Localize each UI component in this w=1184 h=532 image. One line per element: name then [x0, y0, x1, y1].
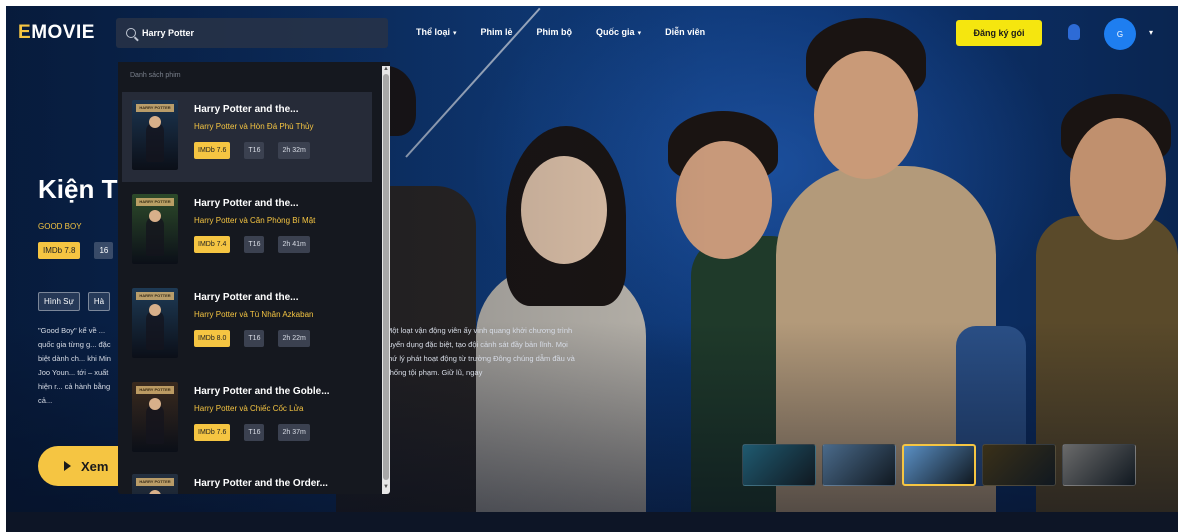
- age-badge: T16: [244, 424, 265, 441]
- imdb-badge: IMDb 8.0: [194, 330, 231, 347]
- nav-item-genres[interactable]: Thể loại ▾: [416, 27, 457, 37]
- duration-badge: 2h 37m: [278, 424, 310, 441]
- imdb-badge: IMDb 7.8: [38, 242, 81, 259]
- logo[interactable]: EMOVIE: [18, 22, 95, 44]
- nav-item-movies[interactable]: Phim lẻ: [481, 27, 513, 37]
- signup-button[interactable]: Đăng ký gói: [956, 20, 1042, 46]
- top-header: EMOVIE Thể loại▾ Phim lẻ Phim bộ Quốc gi…: [6, 6, 1178, 62]
- result-title: Harry Potter and the...: [194, 198, 299, 209]
- search-result[interactable]: HARRY POTTER Harry Potter and the... Har…: [122, 280, 372, 370]
- genre-tag[interactable]: Hà: [87, 292, 111, 311]
- hero-genres: Hình Sự Hà: [38, 292, 111, 311]
- thumbnail[interactable]: [982, 444, 1056, 486]
- dropdown-header: Danh sách phim: [130, 72, 181, 79]
- result-title: Harry Potter and the Order...: [194, 478, 328, 489]
- movie-poster: HARRY POTTER: [132, 100, 178, 170]
- thumbnail[interactable]: [822, 444, 896, 486]
- avatar[interactable]: G: [1104, 18, 1136, 50]
- search-result[interactable]: HARRY POTTER Harry Potter and the Order.…: [122, 466, 372, 494]
- search-result[interactable]: HARRY POTTER Harry Potter and the Goble.…: [122, 374, 372, 464]
- thumbnail[interactable]: [902, 444, 976, 486]
- hero-description: "Good Boy" kể về ... quốc gia từng g... …: [38, 326, 111, 405]
- result-subtitle: Harry Potter và Căn Phòng Bí Mật: [194, 216, 316, 225]
- hero-tags: IMDb 7.8 16: [38, 242, 114, 259]
- result-title: Harry Potter and the...: [194, 292, 299, 303]
- thumbnail-strip: [742, 444, 1136, 486]
- search-icon: [126, 28, 136, 38]
- thumbnail[interactable]: [742, 444, 816, 486]
- main-nav: Thể loại ▾ Phim lẻ Phim bộ Quốc gia ▾ Diễn…: [416, 27, 729, 37]
- duration-badge: 2h 22m: [278, 330, 310, 347]
- nav-item-series[interactable]: Phim bộ: [537, 27, 573, 37]
- movie-poster: HARRY POTTER: [132, 194, 178, 264]
- genre-tag[interactable]: Hình Sự: [38, 292, 80, 311]
- age-badge: 16: [94, 242, 114, 259]
- scroll-down-icon[interactable]: ▼: [383, 484, 389, 490]
- chevron-down-icon[interactable]: ▾: [1149, 28, 1153, 37]
- search-bar[interactable]: [116, 18, 388, 48]
- nav-item-countries[interactable]: Quốc gia ▾: [596, 27, 641, 37]
- duration-badge: 2h 32m: [278, 142, 310, 159]
- age-badge: T16: [244, 236, 265, 253]
- search-result[interactable]: HARRY POTTER Harry Potter and the... Har…: [122, 186, 372, 276]
- hero-title: Kiện T: [38, 174, 118, 204]
- nav-item-actors[interactable]: Diễn viên: [665, 27, 705, 37]
- bottom-bar: [6, 512, 1178, 532]
- watch-label: Xem: [81, 458, 109, 474]
- dropdown-scrollbar[interactable]: ▲ ▼: [382, 66, 390, 494]
- imdb-badge: IMDb 7.6: [194, 142, 231, 159]
- result-subtitle: Harry Potter và Hòn Đá Phù Thủy: [194, 122, 314, 131]
- result-title: Harry Potter and the Goble...: [194, 386, 330, 397]
- hero-description-continued: Một loạt vận động viên ấy vinh quang khở…: [386, 326, 575, 377]
- movie-poster: HARRY POTTER: [132, 288, 178, 358]
- movie-poster: HARRY POTTER: [132, 382, 178, 452]
- play-icon: [64, 461, 71, 471]
- hero-subtitle: GOOD BOY: [38, 222, 82, 231]
- search-result[interactable]: HARRY POTTER Harry Potter and the... Har…: [122, 92, 372, 182]
- age-badge: T16: [244, 330, 265, 347]
- age-badge: T16: [244, 142, 265, 159]
- search-input[interactable]: [142, 28, 362, 38]
- caret-down-icon: ▾: [637, 30, 642, 37]
- caret-down-icon: ▾: [453, 30, 457, 37]
- imdb-badge: IMDb 7.6: [194, 424, 231, 441]
- result-subtitle: Harry Potter và Chiếc Cốc Lửa: [194, 404, 304, 413]
- search-results-dropdown: Danh sách phim HARRY POTTER Harry Potter…: [118, 62, 390, 494]
- result-title: Harry Potter and the...: [194, 104, 299, 115]
- imdb-badge: IMDb 7.4: [194, 236, 231, 253]
- thumbnail[interactable]: [1062, 444, 1136, 486]
- scroll-thumb[interactable]: [383, 74, 389, 480]
- movie-poster: HARRY POTTER: [132, 474, 178, 494]
- notification-bell-icon[interactable]: [1068, 24, 1080, 40]
- result-subtitle: Harry Potter và Tù Nhân Azkaban: [194, 310, 314, 319]
- app-frame: Kiện T GOOD BOY IMDb 7.8 16 Hình Sự Hà "…: [6, 6, 1178, 532]
- scroll-up-icon[interactable]: ▲: [383, 66, 389, 72]
- duration-badge: 2h 41m: [278, 236, 310, 253]
